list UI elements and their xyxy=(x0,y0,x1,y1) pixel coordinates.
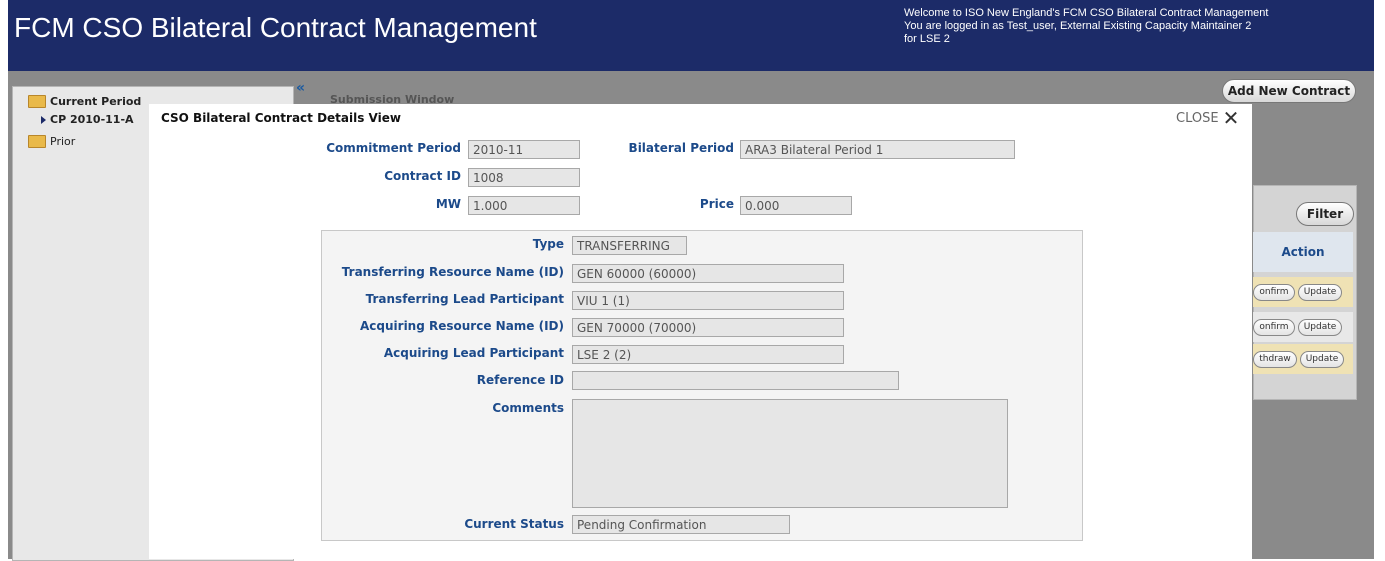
bilateral-period-field: ARA3 Bilateral Period 1 xyxy=(740,140,1015,159)
tree-current-period[interactable]: Current Period xyxy=(28,95,141,108)
expand-triangle-icon xyxy=(41,115,46,124)
app-title: FCM CSO Bilateral Contract Management xyxy=(14,12,537,43)
transferring-resource-label: Transferring Resource Name (ID) xyxy=(341,265,564,279)
comments-label: Comments xyxy=(492,401,564,415)
folder-icon xyxy=(28,135,46,148)
acquiring-lead-label: Acquiring Lead Participant xyxy=(383,346,564,360)
close-label: CLOSE xyxy=(1176,110,1219,126)
welcome-line: Welcome to ISO New England's FCM CSO Bil… xyxy=(904,7,1269,19)
tree-period-child-label: CP 2010-11-A xyxy=(50,113,134,126)
acquiring-resource-label: Acquiring Resource Name (ID) xyxy=(360,319,564,333)
withdraw-button[interactable]: thdraw xyxy=(1253,351,1297,368)
type-field: TRANSFERRING xyxy=(572,236,687,255)
table-row: onfirm Update xyxy=(1253,312,1353,342)
contract-id-field: 1008 xyxy=(468,168,580,187)
confirm-button[interactable]: onfirm xyxy=(1253,284,1295,301)
tree-current-period-label: Current Period xyxy=(50,95,142,108)
type-label: Type xyxy=(532,237,564,251)
table-row: onfirm Update xyxy=(1253,277,1353,307)
open-folder-icon xyxy=(28,95,46,108)
bilateral-period-label: Bilateral Period xyxy=(628,141,734,155)
transferring-resource-field: GEN 60000 (60000) xyxy=(572,264,844,283)
contract-details-modal: CSO Bilateral Contract Details View CLOS… xyxy=(149,104,1252,559)
mw-label: MW xyxy=(435,197,461,211)
commitment-period-label: Commitment Period xyxy=(326,141,461,155)
transferring-lead-label: Transferring Lead Participant xyxy=(365,292,564,306)
acquiring-lead-field: LSE 2 (2) xyxy=(572,345,844,364)
confirm-button[interactable]: onfirm xyxy=(1253,319,1295,336)
filter-button[interactable]: Filter xyxy=(1296,202,1354,226)
commitment-period-field: 2010-11 xyxy=(468,140,580,159)
price-field: 0.000 xyxy=(740,196,852,215)
close-icon: ✕ xyxy=(1222,106,1240,130)
reference-id-field xyxy=(572,371,899,390)
tree-prior[interactable]: Prior xyxy=(28,135,75,148)
reference-id-label: Reference ID xyxy=(476,373,564,387)
collapse-panel-icon[interactable]: « xyxy=(296,80,305,96)
app-header: FCM CSO Bilateral Contract Management We… xyxy=(8,0,1374,71)
current-status-label: Current Status xyxy=(464,517,564,531)
contract-id-label: Contract ID xyxy=(384,169,461,183)
mw-field: 1.000 xyxy=(468,196,580,215)
comments-field xyxy=(572,399,1008,508)
update-button[interactable]: Update xyxy=(1298,284,1342,301)
update-button[interactable]: Update xyxy=(1298,319,1342,336)
tree-prior-label: Prior xyxy=(50,135,76,148)
acquiring-resource-field: GEN 70000 (70000) xyxy=(572,318,844,337)
login-line-cont: for LSE 2 xyxy=(904,33,950,45)
transferring-lead-field: VIU 1 (1) xyxy=(572,291,844,310)
action-column-header: Action xyxy=(1253,232,1353,272)
update-button[interactable]: Update xyxy=(1300,351,1344,368)
add-new-contract-button[interactable]: Add New Contract xyxy=(1222,79,1356,103)
current-status-field: Pending Confirmation xyxy=(572,515,790,534)
welcome-message: Welcome to ISO New England's FCM CSO Bil… xyxy=(904,7,1344,46)
modal-title: CSO Bilateral Contract Details View xyxy=(161,111,401,125)
login-line: You are logged in as Test_user, External… xyxy=(904,20,1252,32)
price-label: Price xyxy=(699,197,734,211)
table-row: thdraw Update xyxy=(1253,344,1353,374)
resource-details-panel: Type TRANSFERRING Transferring Resource … xyxy=(321,230,1083,541)
close-button[interactable]: CLOSE ✕ xyxy=(1176,106,1240,130)
tree-period-child[interactable]: CP 2010-11-A xyxy=(41,113,134,126)
